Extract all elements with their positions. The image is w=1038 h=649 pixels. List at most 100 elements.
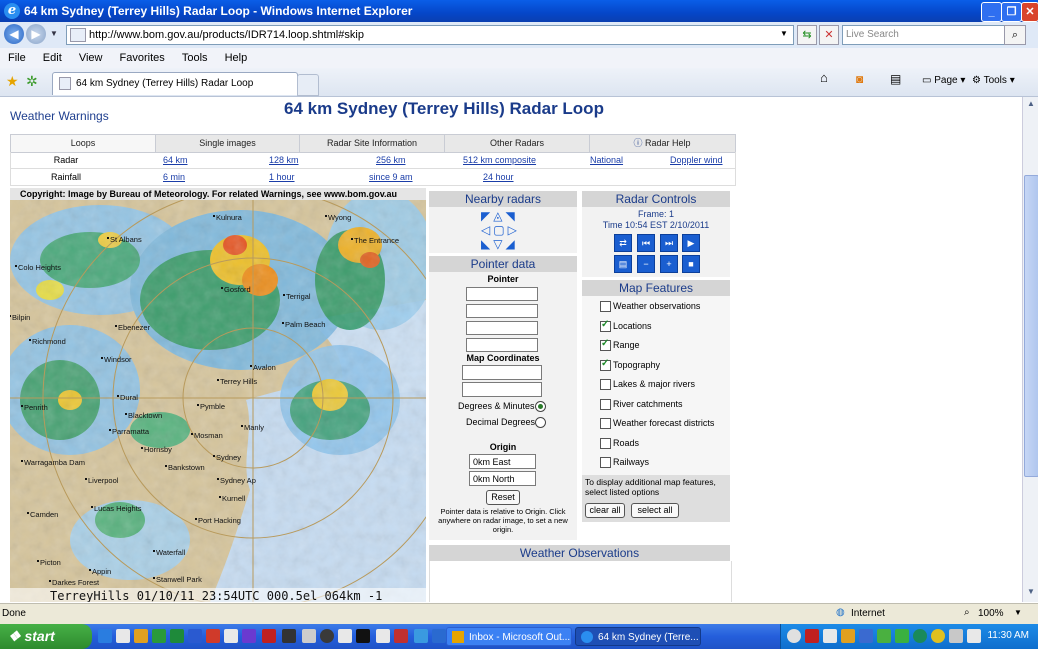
tab-other-radars[interactable]: Other Radars xyxy=(445,135,590,152)
add-favorite-icon[interactable]: ✲ xyxy=(26,73,38,90)
search-input[interactable]: Live Search xyxy=(842,25,1005,45)
quicklaunch-icon-2[interactable] xyxy=(116,629,130,643)
taskbar-ie-window[interactable]: 64 km Sydney (Terre... xyxy=(575,627,701,646)
quicklaunch-icon-8[interactable] xyxy=(224,629,238,643)
feature-checkbox-0[interactable] xyxy=(600,301,611,312)
feeds-icon[interactable]: ◙ xyxy=(856,72,863,86)
link-doppler-wind[interactable]: Doppler wind xyxy=(670,152,723,168)
scroll-down-icon[interactable]: ▼ xyxy=(1025,587,1037,599)
quicklaunch-icon-14[interactable] xyxy=(338,629,352,643)
select-all-button[interactable]: select all xyxy=(631,503,679,518)
taskbar-outlook[interactable]: Inbox - Microsoft Out... xyxy=(446,627,572,646)
search-icon[interactable]: ⌕ xyxy=(1004,25,1026,45)
tab-radar-site-info[interactable]: Radar Site Information xyxy=(300,135,445,152)
pointer-field-4[interactable] xyxy=(466,338,538,352)
quicklaunch-icon-11[interactable] xyxy=(282,629,296,643)
scroll-up-icon[interactable]: ▲ xyxy=(1025,99,1037,111)
menu-favorites[interactable]: Favorites xyxy=(120,48,165,68)
feature-checkbox-2[interactable] xyxy=(600,338,611,351)
radar-image[interactable]: Kulnura St Albans Wyong The Entrance Colo He… xyxy=(10,200,426,602)
window-title-bar[interactable]: e 64 km Sydney (Terrey Hills) Radar Loop… xyxy=(0,0,1038,22)
word-icon[interactable] xyxy=(188,629,202,643)
quicklaunch-icon-3[interactable] xyxy=(134,629,148,643)
pointer-field-2[interactable] xyxy=(466,304,538,318)
minimize-button[interactable]: _ xyxy=(981,2,1002,22)
degrees-minutes-radio[interactable] xyxy=(535,401,546,412)
feature-checkbox-1[interactable] xyxy=(600,319,611,332)
link-since-9am[interactable]: since 9 am xyxy=(369,169,413,185)
bluetooth-icon[interactable] xyxy=(859,629,873,643)
origin-east-field[interactable]: 0km East xyxy=(469,454,536,469)
print-icon[interactable]: ▤ xyxy=(890,72,901,86)
link-24hour[interactable]: 24 hour xyxy=(483,169,514,185)
feature-checkbox-8[interactable] xyxy=(600,457,611,468)
forward-button[interactable]: ▶ xyxy=(26,24,46,44)
page-scrollbar[interactable]: ▲ ▼ xyxy=(1022,97,1038,602)
origin-north-field[interactable]: 0km North xyxy=(469,471,536,486)
last-frame-icon[interactable]: ⏭ xyxy=(660,234,678,252)
swap-direction-icon[interactable]: ⇄ xyxy=(614,234,632,252)
volume-icon[interactable] xyxy=(967,629,981,643)
link-512km-composite[interactable]: 512 km composite xyxy=(463,152,536,168)
tab-single-images[interactable]: Single images xyxy=(156,135,300,152)
reset-button[interactable]: Reset xyxy=(486,490,520,505)
play-icon[interactable]: ▶ xyxy=(682,234,700,252)
tab-loops[interactable]: Loops xyxy=(11,135,156,152)
close-button[interactable]: ✕ xyxy=(1021,2,1038,22)
feature-checkbox-7[interactable] xyxy=(600,437,611,449)
tray-icon-8[interactable] xyxy=(913,629,927,643)
decimal-degrees-radio[interactable] xyxy=(535,417,546,428)
feature-checkbox-5[interactable] xyxy=(600,398,611,410)
quicklaunch-icon-15[interactable] xyxy=(356,629,370,643)
map-coordinate-field-2[interactable] xyxy=(462,382,542,397)
menu-edit[interactable]: Edit xyxy=(43,48,62,68)
menu-help[interactable]: Help xyxy=(225,48,248,68)
maximize-button[interactable]: ❐ xyxy=(1001,2,1022,22)
zoom-level[interactable]: 100% xyxy=(978,608,1004,619)
link-64km[interactable]: 64 km xyxy=(163,152,188,168)
tray-icon-2[interactable] xyxy=(805,629,819,643)
favorites-star-icon[interactable]: ★ xyxy=(6,73,19,90)
network-icon[interactable] xyxy=(949,629,963,643)
stop-icon[interactable]: ✕ xyxy=(819,25,839,45)
tray-icon-4[interactable] xyxy=(841,629,855,643)
back-button[interactable]: ◀ xyxy=(4,24,24,44)
new-tab-button[interactable] xyxy=(297,74,319,96)
nearby-radar-arrows-icon[interactable]: ◤◬◥ ◁▢▷ ◣▽◢ xyxy=(481,209,520,251)
tray-icon-1[interactable] xyxy=(787,629,801,643)
quicklaunch-icon-17[interactable] xyxy=(394,629,408,643)
quicklaunch-icon-16[interactable] xyxy=(376,629,390,643)
address-dropdown-icon[interactable]: ▼ xyxy=(780,29,788,38)
tools-menu-button[interactable]: ⚙ Tools ▾ xyxy=(972,74,1015,88)
pointer-field-3[interactable] xyxy=(466,321,538,335)
clear-all-button[interactable]: clear all xyxy=(585,503,625,518)
first-frame-icon[interactable]: ⏮ xyxy=(637,234,655,252)
print-radar-icon[interactable]: ▤ xyxy=(614,255,632,273)
tray-icon-3[interactable] xyxy=(823,629,837,643)
slower-icon[interactable]: − xyxy=(637,255,655,273)
quicklaunch-icon-4[interactable] xyxy=(152,629,166,643)
excel-icon[interactable] xyxy=(170,629,184,643)
scrollbar-thumb[interactable] xyxy=(1024,175,1038,477)
tray-icon-6[interactable] xyxy=(877,629,891,643)
feature-checkbox-6[interactable] xyxy=(600,418,611,429)
history-dropdown-icon[interactable]: ▼ xyxy=(50,29,58,38)
menu-file[interactable]: File xyxy=(8,48,26,68)
quicklaunch-icon-12[interactable] xyxy=(302,629,316,643)
home-icon[interactable]: ⌂ xyxy=(820,71,828,85)
address-bar[interactable]: http://www.bom.gov.au/products/IDR714.lo… xyxy=(66,25,794,45)
tray-icon-9[interactable] xyxy=(931,629,945,643)
weather-warnings-link[interactable]: Weather Warnings xyxy=(10,109,109,123)
quicklaunch-icon-1[interactable] xyxy=(98,629,112,643)
refresh-icon[interactable]: ⇆ xyxy=(797,25,817,45)
map-coordinate-field-1[interactable] xyxy=(462,365,542,380)
quicklaunch-icon-7[interactable] xyxy=(206,629,220,643)
stop-loop-icon[interactable]: ■ xyxy=(682,255,700,273)
feature-checkbox-3[interactable] xyxy=(600,358,611,371)
page-menu-button[interactable]: ▭ Page ▾ xyxy=(922,74,965,88)
link-1hour[interactable]: 1 hour xyxy=(269,169,295,185)
quicklaunch-icon-13[interactable] xyxy=(320,629,334,643)
link-256km[interactable]: 256 km xyxy=(376,152,406,168)
feature-checkbox-4[interactable] xyxy=(600,379,611,390)
link-128km[interactable]: 128 km xyxy=(269,152,299,168)
